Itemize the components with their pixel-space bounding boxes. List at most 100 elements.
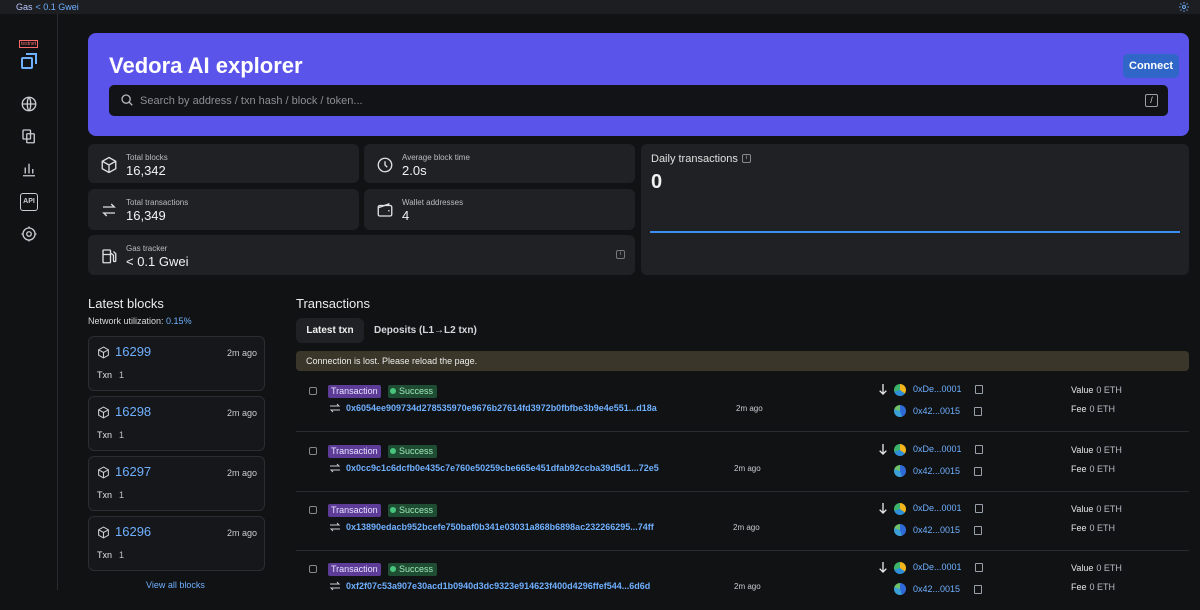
transfer-arrows-icon	[102, 203, 116, 217]
tx-age: 2m ago	[736, 404, 763, 413]
block-age: 2m ago	[226, 528, 257, 538]
txn-label: Txn	[97, 490, 113, 500]
copy-icon[interactable]	[974, 467, 982, 476]
block-number-link[interactable]: 16299	[115, 344, 151, 359]
transaction-row: Transaction Success 0xf2f07c53a907e30acd…	[296, 550, 1189, 610]
transfer-arrows-icon	[329, 522, 341, 532]
tx-value: Value 0 ETH	[1071, 385, 1122, 395]
copy-icon[interactable]	[975, 445, 983, 454]
value-amount: 0 ETH	[1096, 445, 1122, 455]
settings-gear-icon[interactable]	[1178, 1, 1190, 13]
search-input[interactable]	[140, 85, 1120, 116]
network-utilization-value: 0.15%	[166, 316, 192, 326]
gear-icon[interactable]	[20, 225, 38, 243]
tx-fee: Fee 0 ETH	[1071, 404, 1115, 414]
cube-icon	[98, 346, 109, 359]
chart-icon[interactable]	[20, 160, 38, 178]
page-title: Vedora AI explorer	[109, 53, 303, 78]
tab-latest-txn[interactable]: Latest txn	[296, 318, 364, 343]
latest-blocks-title: Latest blocks	[88, 296, 164, 311]
row-checkbox[interactable]	[309, 506, 317, 514]
block-txn: Txn 1	[97, 490, 124, 500]
arrow-down-icon	[879, 562, 887, 573]
from-address-link[interactable]: 0xDe...0001	[913, 503, 962, 513]
arrow-down-icon	[879, 503, 887, 514]
block-number-link[interactable]: 16297	[115, 464, 151, 479]
block-number-link[interactable]: 16298	[115, 404, 151, 419]
value-amount: 0 ETH	[1096, 385, 1122, 395]
block-card: 16299 2m ago Txn 1	[88, 336, 265, 391]
from-address-link[interactable]: 0xDe...0001	[913, 384, 962, 394]
info-icon[interactable]: i	[616, 250, 625, 259]
value-label: Value	[1071, 563, 1094, 573]
network-utilization: Network utilization: 0.15%	[88, 316, 192, 326]
daily-transactions-chart: Daily transactions i 0	[641, 144, 1189, 275]
status-badge: Success	[388, 445, 438, 458]
avatar	[894, 583, 906, 595]
cube-icon	[98, 466, 109, 479]
block-card: 16296 2m ago Txn 1	[88, 516, 265, 571]
connection-alert: Connection is lost. Please reload the pa…	[296, 351, 1189, 371]
stat-label: Average block time	[402, 153, 470, 162]
status-label: Success	[399, 446, 434, 456]
stat-gas-tracker: Gas tracker < 0.1 Gwei i	[88, 235, 635, 275]
to-address-link[interactable]: 0x42...0015	[913, 406, 960, 416]
from-address-link[interactable]: 0xDe...0001	[913, 444, 962, 454]
tx-fee: Fee 0 ETH	[1071, 464, 1115, 474]
row-checkbox[interactable]	[309, 387, 317, 395]
copy-icon[interactable]	[974, 526, 982, 535]
tx-hash-link[interactable]: 0x0cc9c1c6dcfb0e435c7e760e50259cbe665e45…	[346, 463, 659, 473]
stat-average-block-time: Average block time 2.0s	[364, 144, 635, 183]
fee-amount: 0 ETH	[1089, 464, 1116, 474]
daily-transactions-value: 0	[651, 171, 663, 193]
tab-deposits[interactable]: Deposits (L1→L2 txn)	[374, 318, 477, 343]
block-number-link[interactable]: 16296	[115, 524, 151, 539]
copy-icon[interactable]	[975, 385, 983, 394]
txn-label: Txn	[97, 430, 113, 440]
avatar	[894, 405, 906, 417]
tx-fee: Fee 0 ETH	[1071, 523, 1115, 533]
connect-button[interactable]: Connect	[1123, 54, 1179, 78]
type-badge: Transaction	[328, 504, 381, 517]
to-address-link[interactable]: 0x42...0015	[913, 584, 960, 594]
from-address-link[interactable]: 0xDe...0001	[913, 562, 962, 572]
logo-icon[interactable]	[20, 52, 38, 70]
copy-icon[interactable]	[975, 504, 983, 513]
copy-icon[interactable]	[974, 407, 982, 416]
view-all-blocks-link[interactable]: View all blocks	[146, 580, 205, 590]
row-checkbox[interactable]	[309, 565, 317, 573]
tx-age: 2m ago	[733, 523, 760, 532]
gas-value[interactable]: < 0.1 Gwei	[36, 2, 79, 12]
fee-label: Fee	[1071, 582, 1087, 592]
daily-transactions-title: Daily transactions	[651, 153, 738, 165]
row-checkbox[interactable]	[309, 447, 317, 455]
api-icon[interactable]: API	[20, 193, 38, 211]
transfer-arrows-icon	[329, 403, 341, 413]
info-icon[interactable]: i	[742, 154, 751, 163]
tx-hash-link[interactable]: 0x6054ee909734d278535970e9676b27614fd397…	[346, 403, 657, 413]
fee-label: Fee	[1071, 523, 1087, 533]
tx-fee: Fee 0 ETH	[1071, 582, 1115, 592]
transaction-row: Transaction Success 0x0cc9c1c6dcfb0e435c…	[296, 432, 1189, 492]
value-amount: 0 ETH	[1096, 563, 1122, 573]
globe-icon[interactable]	[20, 95, 38, 113]
status-label: Success	[399, 386, 434, 396]
success-icon	[390, 566, 396, 572]
chart-line	[650, 231, 1180, 233]
coins-icon[interactable]	[20, 127, 38, 145]
stat-total-blocks: Total blocks 16,342	[88, 144, 359, 183]
txn-label: Txn	[97, 550, 113, 560]
copy-icon[interactable]	[975, 563, 983, 572]
stat-label: Gas tracker	[126, 244, 168, 253]
tx-hash-link[interactable]: 0x13890edacb952bcefe750baf0b341e03031a86…	[346, 522, 654, 532]
stat-value: 16,342	[126, 163, 166, 178]
fee-amount: 0 ETH	[1089, 582, 1116, 592]
type-badge: Transaction	[328, 445, 381, 458]
status-badge: Success	[388, 504, 438, 517]
stat-label: Total blocks	[126, 153, 168, 162]
stat-label: Total transactions	[126, 198, 189, 207]
top-bar: Gas < 0.1 Gwei	[0, 0, 1200, 14]
to-address-link[interactable]: 0x42...0015	[913, 466, 960, 476]
to-address-link[interactable]: 0x42...0015	[913, 525, 960, 535]
transfer-arrows-icon	[329, 463, 341, 473]
